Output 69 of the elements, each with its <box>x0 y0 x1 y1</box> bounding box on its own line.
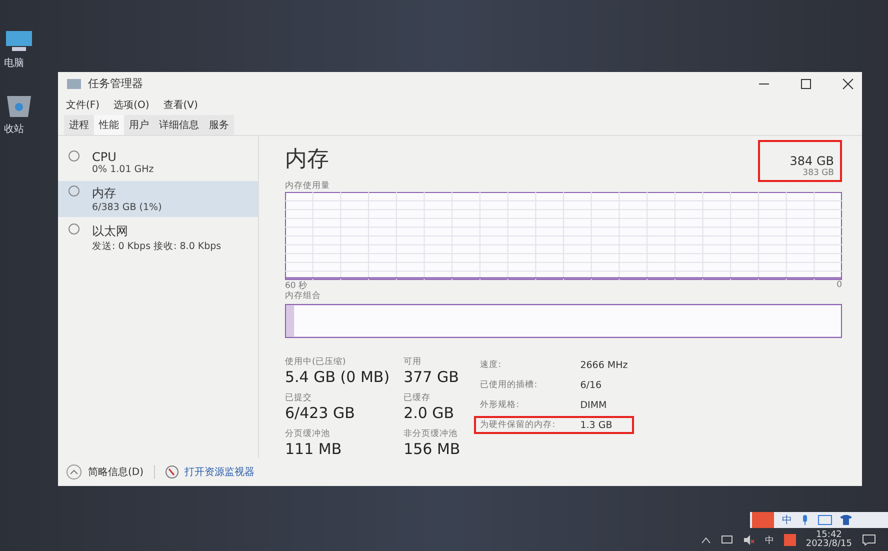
item-name: CPU <box>92 150 118 164</box>
mic-icon[interactable] <box>800 515 810 525</box>
desktop-icon-label[interactable]: 电脑 <box>4 56 24 70</box>
tab[interactable]: 进程 <box>64 115 94 135</box>
chevron-up-icon[interactable] <box>700 536 711 544</box>
time-label: 60 秒 <box>285 280 308 291</box>
shirt-icon[interactable] <box>840 515 852 525</box>
close-icon[interactable] <box>842 78 854 90</box>
circle-icon <box>68 150 80 162</box>
capacity-value: 384 GB <box>790 154 834 168</box>
notification-icon[interactable] <box>862 534 876 546</box>
stat-label: 非分页缓冲池 <box>404 428 459 440</box>
tab[interactable]: 服务 <box>204 115 234 135</box>
detail-value: 6/16 <box>580 380 602 390</box>
graph-title: 内存使用量 <box>285 180 331 192</box>
clock-date[interactable]: 2023/8/15 <box>806 540 852 549</box>
clock-time[interactable]: 15:42 <box>816 531 842 540</box>
stat-label: 可用 <box>404 356 423 368</box>
stat-value: 156 MB <box>404 440 460 458</box>
detail-label: 外形规格: <box>480 399 520 411</box>
zero-label: 0 <box>836 280 842 292</box>
sidebar-item[interactable]: CPU 0% 1.01 GHz <box>58 146 258 179</box>
ime-logo-icon[interactable] <box>784 534 796 546</box>
item-name: 以太网 <box>92 223 129 240</box>
menu-item[interactable]: 查看(V) <box>163 98 198 112</box>
circle-icon <box>68 223 80 235</box>
tab[interactable]: 用户 <box>124 115 154 135</box>
sidebar-item[interactable]: 以太网 发送: 0 Kbps 接收: 8.0 Kbps <box>58 219 258 257</box>
detail-label: 已使用的插槽: <box>480 379 538 391</box>
circle-icon <box>68 185 80 197</box>
detail-value: 2666 MHz <box>580 360 628 370</box>
stat-label: 已提交 <box>285 392 313 404</box>
stat-value: 2.0 GB <box>404 404 456 422</box>
window-title: 任务管理器 <box>88 76 143 91</box>
item-detail: 6/383 GB (1%) <box>92 202 162 213</box>
network-icon[interactable] <box>720 535 733 545</box>
stat-value: 6/423 GB <box>285 404 356 422</box>
item-detail: 发送: 0 Kbps 接收: 8.0 Kbps <box>92 240 222 253</box>
resource-monitor-link[interactable]: 打开资源监视器 <box>184 465 255 479</box>
app-icon <box>66 78 82 90</box>
item-name: 内存 <box>92 185 117 202</box>
tab[interactable]: 详细信息 <box>154 115 204 135</box>
monitor-icon[interactable] <box>4 30 34 52</box>
language-indicator[interactable]: 中 <box>764 534 774 546</box>
desktop-icon-label[interactable]: 收站 <box>4 122 24 136</box>
stat-label: 分页缓冲池 <box>285 428 331 440</box>
graph-max-label: 383 GB <box>802 168 834 178</box>
stat-value: 111 MB <box>285 440 343 458</box>
maximize-icon[interactable] <box>800 78 812 90</box>
gauge-icon <box>164 465 179 479</box>
stat-label: 使用中(已压缩) <box>285 356 347 368</box>
composition-title: 内存组合 <box>285 290 322 302</box>
panel-title: 内存 <box>285 146 329 174</box>
menu-item[interactable]: 文件(F) <box>66 98 100 112</box>
sidebar-item[interactable]: 内存 6/383 GB (1%) <box>58 181 258 217</box>
detail-label: 为硬件保留的内存: <box>480 419 556 431</box>
summary-toggle[interactable]: 简略信息(D) <box>88 465 144 479</box>
stat-value: 377 GB <box>404 368 460 386</box>
stat-value: 5.4 GB (0 MB) <box>285 368 390 386</box>
item-detail: 0% 1.01 GHz <box>92 164 154 175</box>
stat-label: 已缓存 <box>404 392 432 404</box>
detail-value: 1.3 GB <box>580 420 612 430</box>
tab[interactable]: 性能 <box>94 115 124 135</box>
detail-label: 速度: <box>480 359 502 371</box>
ime-mode[interactable]: 中 <box>782 513 792 527</box>
detail-value: DIMM <box>580 400 607 410</box>
menu-item[interactable]: 选项(O) <box>114 98 150 112</box>
speaker-muted-icon[interactable] <box>742 535 755 545</box>
keyboard-icon[interactable] <box>818 515 832 525</box>
